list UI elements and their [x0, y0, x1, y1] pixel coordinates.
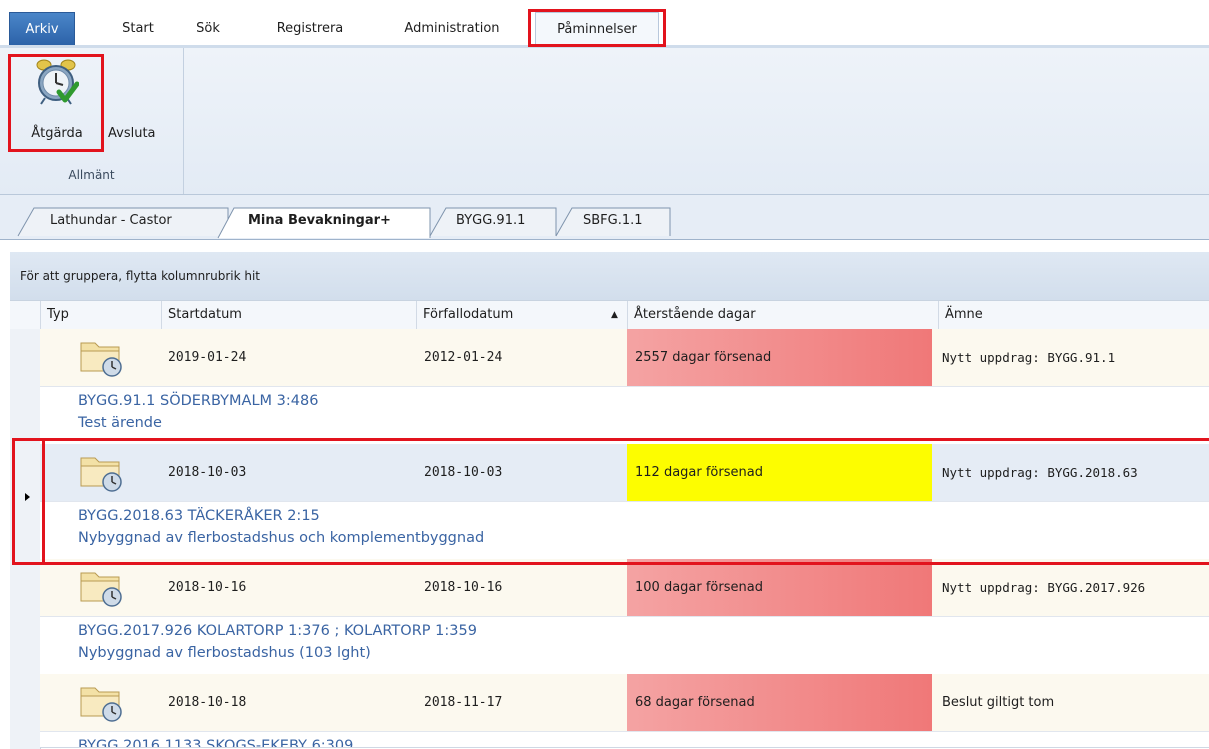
cell-forfallodatum: 2018-10-16 — [424, 580, 503, 595]
avsluta-button[interactable]: Avsluta — [108, 126, 156, 141]
detail-line-case: BYGG.91.1 SÖDERBYMALM 3:486 — [78, 393, 319, 409]
col-header-amne[interactable]: Ämne — [938, 301, 1209, 329]
cell-amne: Nytt uppdrag: BYGG.2018.63 — [942, 465, 1138, 480]
detail-line-description: Nybyggnad av flerbostadshus (103 lght) — [78, 645, 371, 661]
group-by-area[interactable]: För att gruppera, flytta kolumnrubrik hi… — [10, 252, 1209, 300]
atgarda-label: Åtgärda — [31, 126, 83, 141]
table-row-selected[interactable]: 2018-10-03 2018-10-03 112 dagar försenad… — [40, 444, 1209, 502]
menu-tab-start[interactable]: Start — [108, 12, 168, 45]
menu-tab-sok[interactable]: Sök — [186, 12, 230, 45]
row-detail: BYGG.91.1 SÖDERBYMALM 3:486 Test ärende — [40, 387, 1209, 445]
menu-tab-paminnelser[interactable]: Påminnelser — [535, 12, 659, 46]
atgarda-button[interactable]: Åtgärda — [13, 54, 101, 148]
menu-tab-registrera[interactable]: Registrera — [264, 12, 356, 45]
grid-header: Typ Startdatum Förfallodatum ▲ Återståen… — [10, 300, 1209, 330]
tab-lathundar-castor[interactable]: Lathundar - Castor — [50, 207, 172, 235]
cell-aterstaende-dagar: 112 dagar försenad — [627, 444, 932, 501]
cell-aterstaende-dagar: 68 dagar försenad — [627, 674, 932, 731]
tab-bygg-91-1[interactable]: BYGG.91.1 — [456, 207, 525, 235]
tab-mina-bevakningar[interactable]: Mina Bevakningar+ — [248, 207, 391, 235]
row-detail: BYGG.2016.1133 SKOGS-EKEBY 6:309 — [40, 732, 1209, 748]
cell-forfallodatum: 2018-11-17 — [424, 695, 503, 710]
detail-line-case: BYGG.2018.63 TÄCKERÅKER 2:15 — [78, 508, 320, 524]
current-row-arrow-icon — [25, 493, 30, 501]
cell-startdatum: 2018-10-18 — [168, 695, 247, 710]
table-row[interactable]: 2018-10-16 2018-10-16 100 dagar försenad… — [40, 559, 1209, 617]
ribbon: Åtgärda Avsluta Allmänt — [0, 48, 1209, 195]
folder-clock-icon — [80, 457, 122, 492]
cell-forfallodatum: 2012-01-24 — [424, 350, 503, 365]
cell-amne: Nytt uppdrag: BYGG.2017.926 — [942, 580, 1146, 595]
row-detail: BYGG.2017.926 KOLARTORP 1:376 ; KOLARTOR… — [40, 617, 1209, 675]
cell-aterstaende-dagar: 100 dagar försenad — [627, 559, 932, 616]
col-header-startdatum[interactable]: Startdatum — [161, 301, 416, 329]
detail-line-description: Nybyggnad av flerbostadshus och kompleme… — [78, 530, 485, 546]
cell-forfallodatum: 2018-10-03 — [424, 465, 503, 480]
col-header-typ[interactable]: Typ — [40, 301, 161, 329]
folder-clock-icon — [80, 687, 122, 722]
menu-tab-administration[interactable]: Administration — [392, 12, 512, 45]
cell-amne: Nytt uppdrag: BYGG.91.1 — [942, 350, 1116, 365]
reminders-grid: För att gruppera, flytta kolumnrubrik hi… — [0, 240, 1209, 749]
avsluta-label: Avsluta — [108, 126, 156, 141]
col-header-forfallodatum-label: Förfallodatum — [423, 307, 514, 322]
ribbon-group-label: Allmänt — [68, 168, 115, 182]
cell-amne: Beslut giltigt tom — [942, 695, 1055, 710]
cell-startdatum: 2018-10-16 — [168, 580, 247, 595]
detail-line-case: BYGG.2017.926 KOLARTORP 1:376 ; KOLARTOR… — [78, 623, 477, 639]
sort-ascending-icon: ▲ — [611, 310, 618, 320]
folder-clock-icon — [80, 342, 122, 377]
col-header-aterstaende-dagar[interactable]: Återstående dagar — [627, 301, 938, 329]
alarm-clock-check-icon — [36, 59, 79, 105]
detail-line-description: Test ärende — [78, 415, 162, 431]
table-row[interactable]: 2019-01-24 2012-01-24 2557 dagar försena… — [40, 329, 1209, 387]
folder-clock-icon — [80, 572, 122, 607]
table-row[interactable]: 2018-10-18 2018-11-17 68 dagar försenad … — [40, 674, 1209, 732]
menu-tab-arkiv[interactable]: Arkiv — [9, 12, 75, 45]
cell-startdatum: 2018-10-03 — [168, 465, 247, 480]
ribbon-group-allmant: Åtgärda Avsluta Allmänt — [0, 48, 184, 194]
col-header-forfallodatum[interactable]: Förfallodatum ▲ — [416, 301, 627, 329]
cell-aterstaende-dagar: 2557 dagar försenad — [627, 329, 932, 386]
row-indicator-column — [10, 329, 41, 749]
row-detail: BYGG.2018.63 TÄCKERÅKER 2:15 Nybyggnad a… — [40, 502, 1209, 560]
document-tab-bar: Lathundar - Castor Mina Bevakningar+ BYG… — [0, 195, 1209, 240]
menu-bar: Arkiv Start Sök Registrera Administratio… — [0, 0, 1209, 48]
tab-sbfg-1-1[interactable]: SBFG.1.1 — [583, 207, 643, 235]
cell-startdatum: 2019-01-24 — [168, 350, 247, 365]
